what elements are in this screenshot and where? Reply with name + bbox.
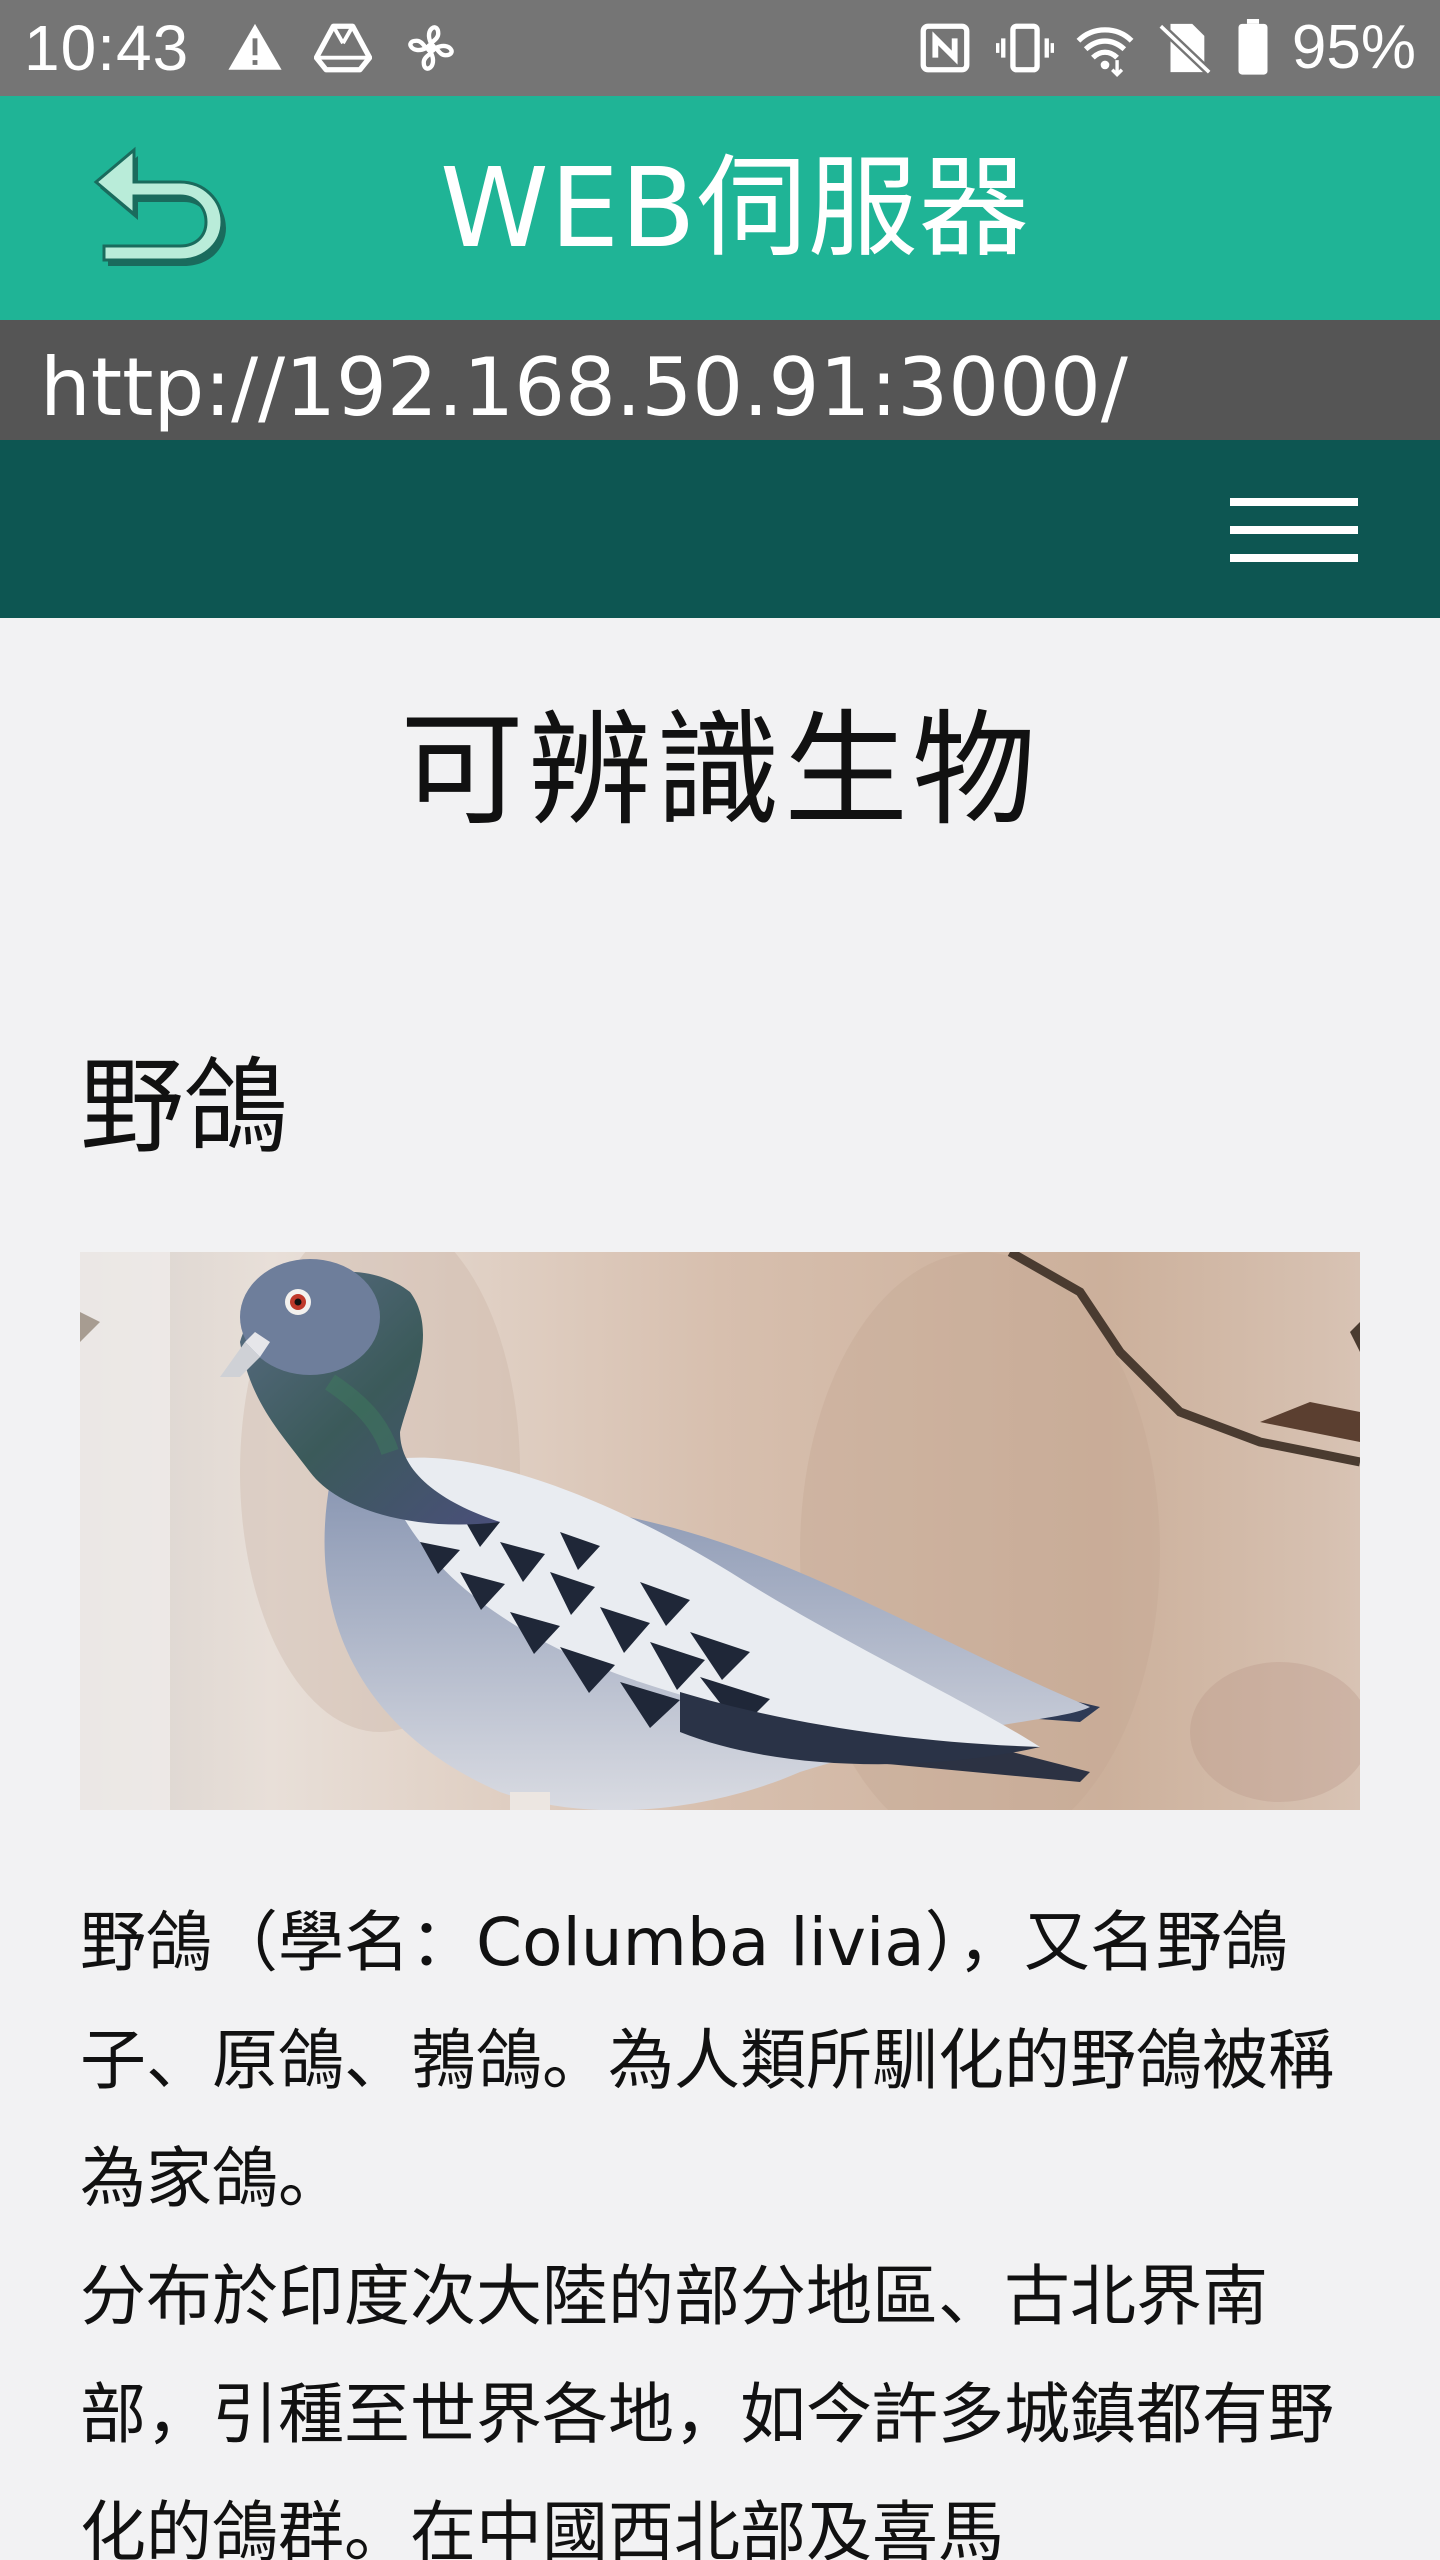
hamburger-menu-icon[interactable] [1230,470,1360,590]
fan-icon [402,19,460,77]
menu-line [1230,498,1358,506]
status-bar: 10:43 95% [0,0,1440,96]
article-body: 野鴿（學名：Columba livia），又名野鴿子、原鴿、鵓鴿。為人類所馴化的… [80,1884,1380,2560]
no-sim-icon [1156,19,1214,77]
back-arrow-icon [93,146,226,266]
article-paragraph: 野鴿（學名：Columba livia），又名野鴿子、原鴿、鵓鴿。為人類所馴化的… [80,1904,1334,2217]
menu-line [1230,554,1358,562]
status-time: 10:43 [24,12,190,84]
vibrate-icon [995,19,1054,77]
status-right: 95% [916,12,1416,84]
menu-line [1230,526,1358,534]
back-button[interactable] [88,142,238,272]
page-content: 可辨識生物 野鴿 野鴿（學名：Columba livia），又名野鴿子、原鴿、鵓… [0,618,1440,2560]
warning-icon [226,19,284,77]
app-header: WEB伺服器 [0,96,1440,320]
battery-icon [1236,19,1270,77]
battery-percentage: 95% [1291,13,1416,82]
server-url[interactable]: http://192.168.50.91:3000/ [40,342,1128,434]
section-heading: 野鴿 [80,1046,289,1168]
article-paragraph: 分布於印度次大陸的部分地區、古北界南部，引種至世界各地，如今許多城鎮都有野化的鴿… [80,2258,1334,2560]
status-left-icons [226,20,460,76]
site-nav-bar [0,440,1440,618]
pigeon-photo [80,1252,1360,1810]
url-bar: http://192.168.50.91:3000/ [0,320,1440,440]
nfc-icon [916,19,974,77]
page-title: 可辨識生物 [399,699,1040,843]
app-title: WEB伺服器 [440,144,1030,272]
drive-icon [314,19,372,77]
wifi-icon [1076,19,1134,77]
